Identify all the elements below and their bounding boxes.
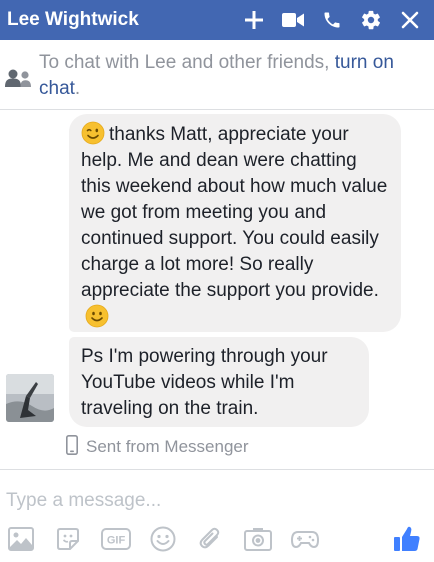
mobile-phone-icon [66, 434, 78, 460]
phone-icon[interactable] [319, 7, 345, 33]
chat-header[interactable]: Lee Wightwick [0, 0, 434, 40]
message-bubble: thanks Matt, appreciate your help. Me an… [69, 114, 401, 332]
gif-icon[interactable]: GIF [101, 524, 131, 554]
chat-off-notice: To chat with Lee and other friends, turn… [0, 40, 434, 110]
photo-icon[interactable] [6, 524, 36, 554]
composer-toolbar: GIF [0, 524, 434, 556]
sent-from-label: Sent from Messenger [66, 434, 249, 460]
sticker-icon[interactable] [53, 524, 83, 554]
chat-window: Lee Wightwick To chat with Lee and other… [0, 0, 434, 562]
like-icon[interactable] [392, 524, 422, 554]
camera-icon[interactable] [243, 524, 273, 554]
message-bubble: Ps I'm powering through your YouTube vid… [69, 337, 369, 427]
message-text: thanks Matt, appreciate your help. Me an… [81, 124, 388, 301]
avatar[interactable] [6, 374, 54, 422]
message-input[interactable] [6, 486, 416, 516]
smile-emoji-icon [85, 304, 109, 328]
sent-from-text: Sent from Messenger [86, 437, 249, 456]
notice-suffix: . [74, 78, 81, 99]
wink-emoji-icon [81, 121, 105, 145]
gear-icon[interactable] [358, 7, 384, 33]
emoji-icon[interactable] [148, 524, 178, 554]
chat-title[interactable]: Lee Wightwick [7, 9, 241, 31]
video-camera-icon[interactable] [280, 7, 306, 33]
plus-icon[interactable] [241, 7, 267, 33]
gif-label: GIF [107, 535, 126, 547]
notice-message: To chat with Lee and other friends, [39, 52, 335, 73]
game-controller-icon[interactable] [290, 524, 320, 554]
close-icon[interactable] [397, 7, 423, 33]
friends-icon [5, 68, 33, 93]
notice-text: To chat with Lee and other friends, turn… [39, 50, 419, 102]
header-actions [241, 0, 434, 40]
message-text: Ps I'm powering through your YouTube vid… [81, 346, 328, 419]
attachment-icon[interactable] [195, 524, 225, 554]
composer: GIF [0, 469, 434, 562]
